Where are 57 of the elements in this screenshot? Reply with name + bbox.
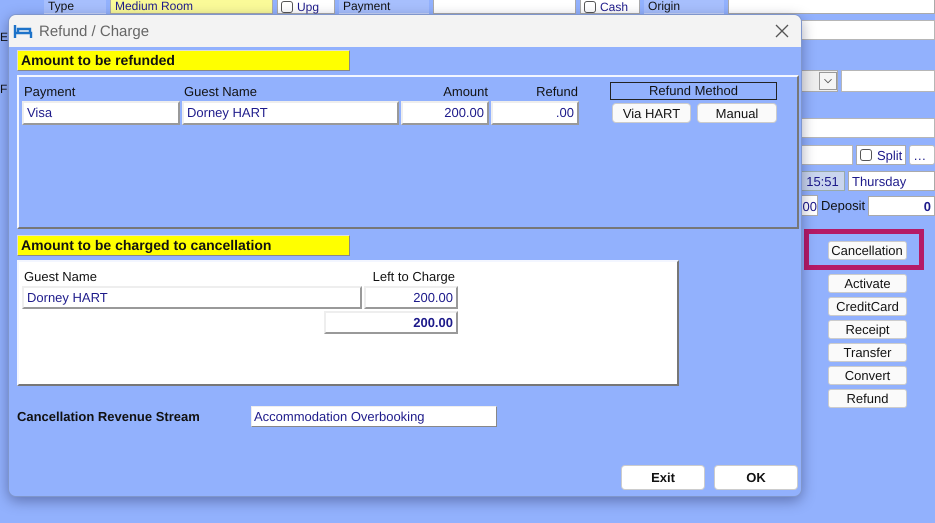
action-button[interactable]: Receipt: [828, 320, 907, 339]
column-header: Guest Name: [183, 84, 258, 98]
action-button[interactable]: Cancellation: [828, 241, 906, 260]
more-button[interactable]: …: [909, 145, 935, 165]
form-label: E: [0, 30, 10, 44]
table-cell: 200.00: [401, 101, 489, 125]
table-cell: Visa: [22, 101, 180, 125]
checkbox[interactable]: [860, 149, 872, 161]
dialog-button[interactable]: OK: [714, 465, 798, 490]
input-field[interactable]: [800, 118, 935, 138]
action-button[interactable]: Convert: [828, 366, 907, 385]
bed-icon: [13, 23, 33, 39]
close-icon[interactable]: [775, 24, 789, 38]
day-field: Thursday: [848, 171, 935, 191]
caret-icon: [819, 72, 837, 90]
form-label: F: [0, 82, 8, 96]
checkbox[interactable]: [281, 0, 293, 12]
form-label: Payment: [339, 0, 429, 14]
dropdown[interactable]: [800, 70, 838, 92]
section-heading: Amount to be refunded: [17, 50, 350, 71]
action-button[interactable]: CreditCard: [828, 297, 907, 316]
refund-method-button[interactable]: Manual: [697, 103, 777, 123]
input-field[interactable]: [433, 0, 576, 14]
table-cell: Dorney HART: [182, 101, 399, 125]
refund-method-button[interactable]: Via HART: [612, 103, 691, 123]
action-button[interactable]: Refund: [828, 389, 907, 408]
total-cell: 200.00: [324, 311, 458, 334]
column-header: Payment: [23, 84, 76, 98]
revenue-stream-field[interactable]: Accommodation Overbooking: [251, 406, 497, 427]
window-title: Refund / Charge: [39, 22, 150, 40]
deposit-label: Deposit: [821, 198, 866, 213]
field-label: Cancellation Revenue Stream: [17, 409, 201, 424]
column-header: Amount: [442, 84, 489, 98]
refund-method-heading: Refund Method: [610, 82, 777, 100]
table-cell: .00: [491, 101, 579, 125]
table-cell: 200.00: [364, 286, 458, 309]
action-button[interactable]: Activate: [828, 274, 907, 293]
input-field[interactable]: [728, 0, 935, 14]
dialog-button[interactable]: Exit: [621, 465, 705, 490]
column-header: Left to Charge: [372, 268, 456, 284]
input-field[interactable]: [841, 70, 935, 92]
checkbox-label: Cash: [600, 0, 628, 14]
form-label: Origin: [644, 0, 724, 14]
deposit-field[interactable]: 0: [868, 196, 935, 216]
section-heading: Amount to be charged to cancellation: [17, 235, 350, 256]
column-header: Guest Name: [23, 268, 98, 284]
checkbox-label: Split: [877, 148, 902, 162]
table-cell: Dorney HART: [22, 286, 362, 309]
form-label: Type: [44, 0, 106, 14]
action-button[interactable]: Transfer: [828, 343, 907, 362]
room-type-field[interactable]: Medium Room: [110, 0, 273, 14]
input-field[interactable]: [800, 20, 935, 40]
checkbox-label: Upg: [297, 0, 320, 14]
column-header: Refund: [535, 84, 579, 98]
input-field[interactable]: [800, 145, 853, 165]
checkbox[interactable]: [584, 0, 596, 12]
time-field: 15:51: [800, 171, 845, 191]
